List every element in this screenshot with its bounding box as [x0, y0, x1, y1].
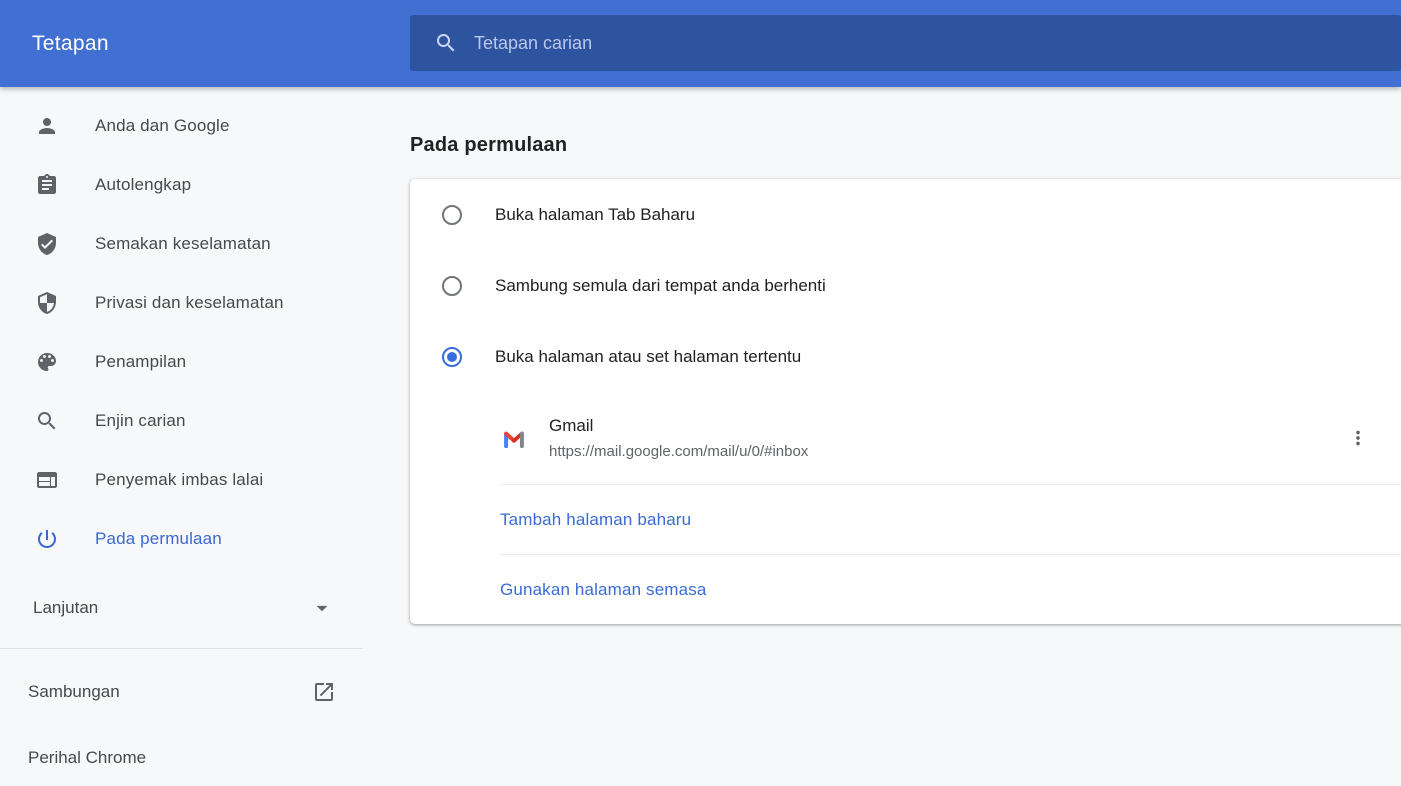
extensions-label: Sambungan: [28, 682, 120, 702]
power-icon: [35, 527, 59, 551]
advanced-label: Lanjutan: [33, 598, 98, 618]
about-label: Perihal Chrome: [28, 748, 146, 768]
sidebar-item-label: Anda dan Google: [95, 116, 230, 136]
search-engine-icon: [35, 409, 59, 433]
header: Tetapan: [0, 0, 1401, 87]
startup-page-url: https://mail.google.com/mail/u/0/#inbox: [549, 443, 808, 460]
startup-page-title: Gmail: [549, 416, 808, 436]
sidebar-item-advanced[interactable]: Lanjutan: [0, 580, 363, 636]
add-new-page-button[interactable]: Tambah halaman baharu: [500, 510, 691, 530]
add-new-page-row: Tambah halaman baharu: [410, 485, 1401, 554]
option-label: Buka halaman atau set halaman tertentu: [495, 347, 801, 367]
sidebar-item-about-chrome[interactable]: Perihal Chrome: [0, 735, 363, 781]
sidebar-item-label: Enjin carian: [95, 411, 186, 431]
sidebar-item-privacy[interactable]: Privasi dan keselamatan: [0, 273, 363, 332]
sidebar-item-label: Privasi dan keselamatan: [95, 293, 284, 313]
search-bar[interactable]: [410, 15, 1401, 71]
sidebar-item-label: Autolengkap: [95, 175, 191, 195]
search-input[interactable]: [474, 33, 1174, 54]
sidebar-item-label: Semakan keselamatan: [95, 234, 271, 254]
browser-window-icon: [35, 468, 59, 492]
open-in-new-icon: [312, 680, 336, 704]
search-icon: [434, 31, 458, 55]
sidebar-item-label: Penyemak imbas lalai: [95, 470, 263, 490]
privacy-shield-icon: [35, 291, 59, 315]
option-label: Buka halaman Tab Baharu: [495, 205, 695, 225]
sidebar-item-default-browser[interactable]: Penyemak imbas lalai: [0, 450, 363, 509]
sidebar-item-safety-check[interactable]: Semakan keselamatan: [0, 214, 363, 273]
option-open-specific-pages[interactable]: Buka halaman atau set halaman tertentu: [410, 321, 1401, 392]
sidebar-item-label: Pada permulaan: [95, 529, 222, 549]
use-current-pages-button[interactable]: Gunakan halaman semasa: [500, 580, 706, 600]
autofill-icon: [35, 173, 59, 197]
safety-check-icon: [35, 232, 59, 256]
use-current-pages-row: Gunakan halaman semasa: [410, 555, 1401, 624]
more-actions-button[interactable]: [1338, 418, 1378, 458]
page-title: Tetapan: [32, 32, 109, 56]
sidebar-item-search-engine[interactable]: Enjin carian: [0, 391, 363, 450]
on-startup-card: Buka halaman Tab Baharu Sambung semula d…: [410, 179, 1401, 624]
sidebar-item-label: Penampilan: [95, 352, 186, 372]
radio-button-checked[interactable]: [442, 347, 462, 367]
startup-page-row: Gmail https://mail.google.com/mail/u/0/#…: [410, 392, 1401, 484]
option-label: Sambung semula dari tempat anda berhenti: [495, 276, 826, 296]
option-open-new-tab[interactable]: Buka halaman Tab Baharu: [410, 179, 1401, 250]
gmail-icon: [500, 424, 528, 452]
section-title: Pada permulaan: [410, 134, 567, 157]
radio-button-unchecked[interactable]: [442, 205, 462, 225]
chevron-down-icon: [309, 595, 335, 621]
startup-page-info: Gmail https://mail.google.com/mail/u/0/#…: [549, 416, 808, 460]
radio-button-unchecked[interactable]: [442, 276, 462, 296]
sidebar-item-you-and-google[interactable]: Anda dan Google: [0, 96, 363, 155]
sidebar-item-appearance[interactable]: Penampilan: [0, 332, 363, 391]
sidebar: Anda dan Google Autolengkap Semakan kese…: [0, 87, 363, 781]
sidebar-item-autofill[interactable]: Autolengkap: [0, 155, 363, 214]
option-continue-where-left-off[interactable]: Sambung semula dari tempat anda berhenti: [410, 250, 1401, 321]
palette-icon: [35, 350, 59, 374]
person-icon: [35, 114, 59, 138]
sidebar-item-extensions[interactable]: Sambungan: [0, 649, 363, 735]
sidebar-item-on-startup[interactable]: Pada permulaan: [0, 509, 363, 568]
more-vert-icon: [1347, 427, 1369, 449]
